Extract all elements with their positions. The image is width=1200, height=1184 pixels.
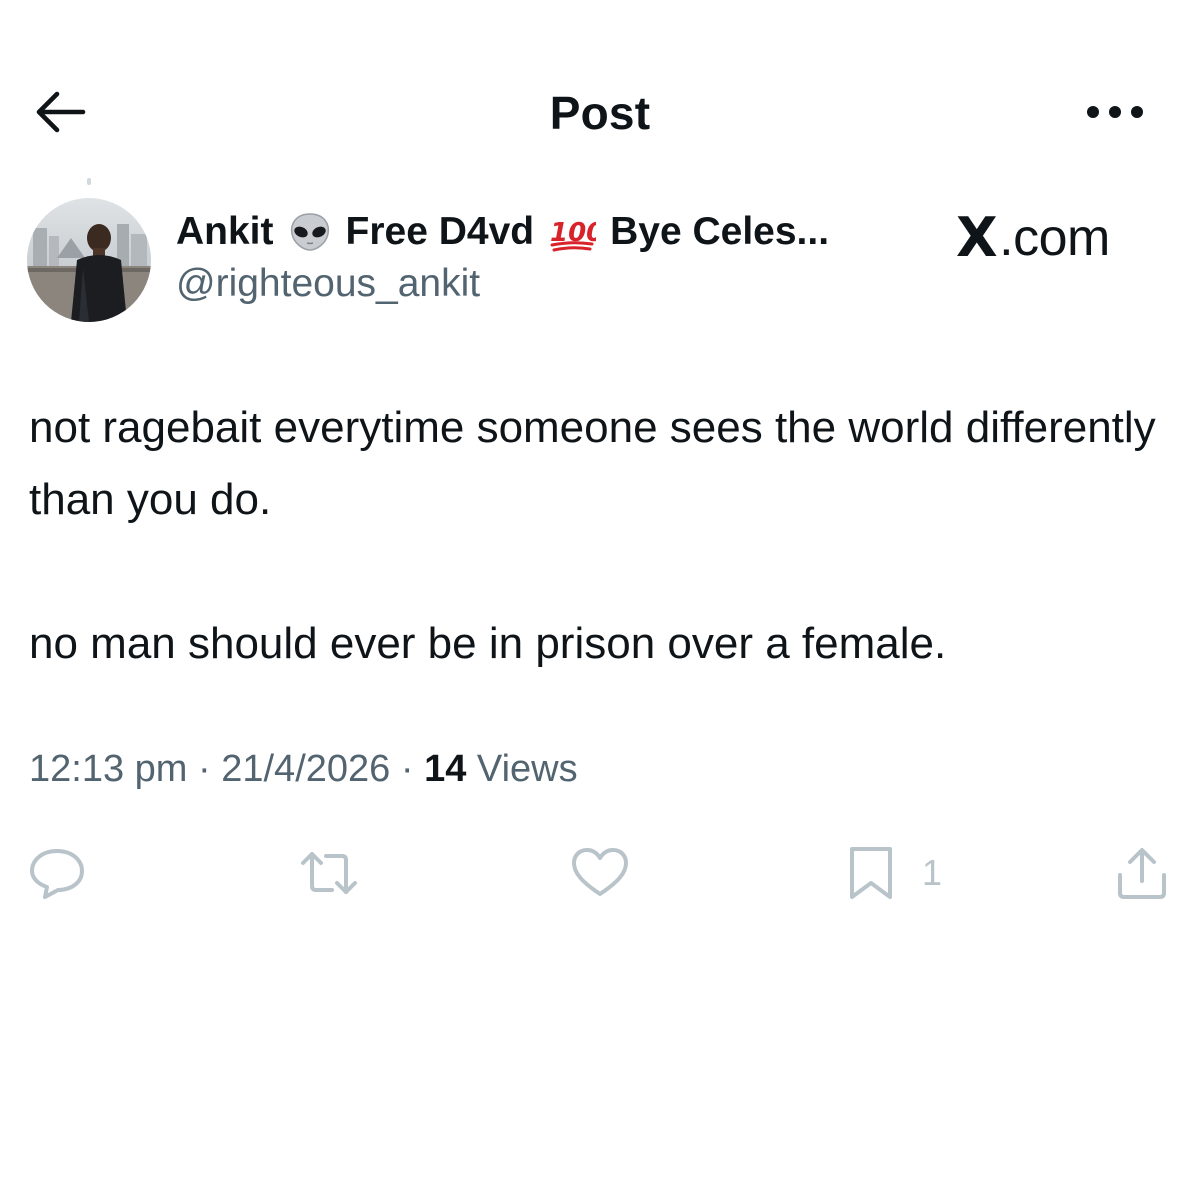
post-date: 21/4/2026 bbox=[221, 748, 391, 790]
bookmark-icon bbox=[850, 847, 892, 899]
scroll-indicator bbox=[87, 178, 91, 185]
xcom-watermark: X .com bbox=[956, 206, 1110, 269]
post-time: 12:13 pm bbox=[29, 748, 188, 790]
post-paragraph-1: not ragebait everytime someone sees the … bbox=[29, 403, 1156, 524]
avatar-photo bbox=[27, 198, 151, 322]
heart-icon bbox=[572, 848, 628, 896]
display-name[interactable]: Ankit Free D4vd 100 Bye Celes... bbox=[176, 210, 829, 254]
x-logo-icon: X bbox=[956, 206, 998, 269]
share-icon bbox=[1118, 848, 1166, 899]
repost-icon bbox=[301, 852, 357, 894]
bookmark-count: 1 bbox=[922, 852, 943, 893]
page-title: Post bbox=[549, 87, 651, 139]
display-name-part-3: Bye Celes... bbox=[610, 210, 830, 253]
bookmark-button[interactable]: 1 bbox=[846, 838, 942, 908]
hundred-points-emoji-icon: 100 bbox=[548, 211, 596, 253]
views-label[interactable]: Views bbox=[477, 748, 578, 790]
views-count[interactable]: 14 bbox=[424, 748, 466, 790]
action-bar: 1 bbox=[0, 838, 1200, 908]
display-name-part-1: Ankit bbox=[176, 210, 274, 253]
display-name-part-2: Free D4vd bbox=[345, 210, 535, 253]
avatar[interactable] bbox=[27, 198, 151, 322]
more-horizontal-icon bbox=[1087, 106, 1143, 118]
more-options-button[interactable] bbox=[1082, 92, 1148, 132]
alien-emoji-icon bbox=[288, 212, 332, 252]
repost-button[interactable] bbox=[298, 838, 360, 908]
top-bar: Post bbox=[0, 70, 1200, 154]
user-handle[interactable]: @righteous_ankit bbox=[176, 262, 480, 306]
post-text: not ragebait everytime someone sees the … bbox=[29, 392, 1179, 680]
share-button[interactable] bbox=[1114, 838, 1170, 908]
like-button[interactable] bbox=[570, 838, 630, 908]
reply-button[interactable] bbox=[28, 838, 86, 908]
reply-icon bbox=[30, 849, 84, 899]
watermark-text: .com bbox=[999, 208, 1110, 267]
meta-separator: · bbox=[400, 748, 414, 790]
post-paragraph-2: no man should ever be in prison over a f… bbox=[29, 619, 947, 668]
post-page: Post Ankit Free D4vd 10 Bye Celes... @ri… bbox=[0, 0, 1200, 1184]
meta-separator: · bbox=[198, 748, 211, 790]
post-meta: 12:13 pm · 21/4/2026 · 14 Views bbox=[29, 748, 578, 791]
